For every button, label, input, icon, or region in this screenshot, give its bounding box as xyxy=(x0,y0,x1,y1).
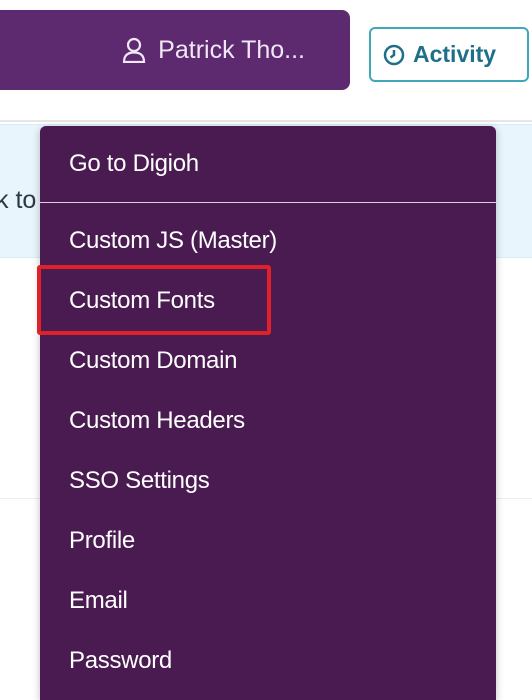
user-menu-label: Patrick Tho... xyxy=(158,35,305,64)
activity-label: Activity xyxy=(413,41,497,67)
menu-item-sso-settings[interactable]: SSO Settings xyxy=(40,456,496,506)
user-menu-button[interactable]: Patrick Tho... xyxy=(0,10,350,90)
menu-item-custom-headers[interactable]: Custom Headers xyxy=(40,396,496,446)
menu-item-custom-js-master[interactable]: Custom JS (Master) xyxy=(40,216,496,266)
clock-icon xyxy=(383,44,405,66)
menu-item-password[interactable]: Password xyxy=(40,636,496,686)
header-divider xyxy=(0,120,532,122)
menu-item-profile[interactable]: Profile xyxy=(40,516,496,566)
menu-item-custom-domain[interactable]: Custom Domain xyxy=(40,336,496,386)
menu-item-email[interactable]: Email xyxy=(40,576,496,626)
menu-divider xyxy=(40,202,496,203)
menu-item-go-to-digioh[interactable]: Go to Digioh xyxy=(40,139,496,189)
activity-button[interactable]: Activity xyxy=(369,27,529,82)
info-strip-text: k to xyxy=(0,186,37,214)
user-dropdown-menu: Go to Digioh Custom JS (Master) Custom F… xyxy=(40,126,496,700)
menu-item-custom-fonts[interactable]: Custom Fonts xyxy=(40,276,496,326)
user-icon xyxy=(122,37,146,63)
